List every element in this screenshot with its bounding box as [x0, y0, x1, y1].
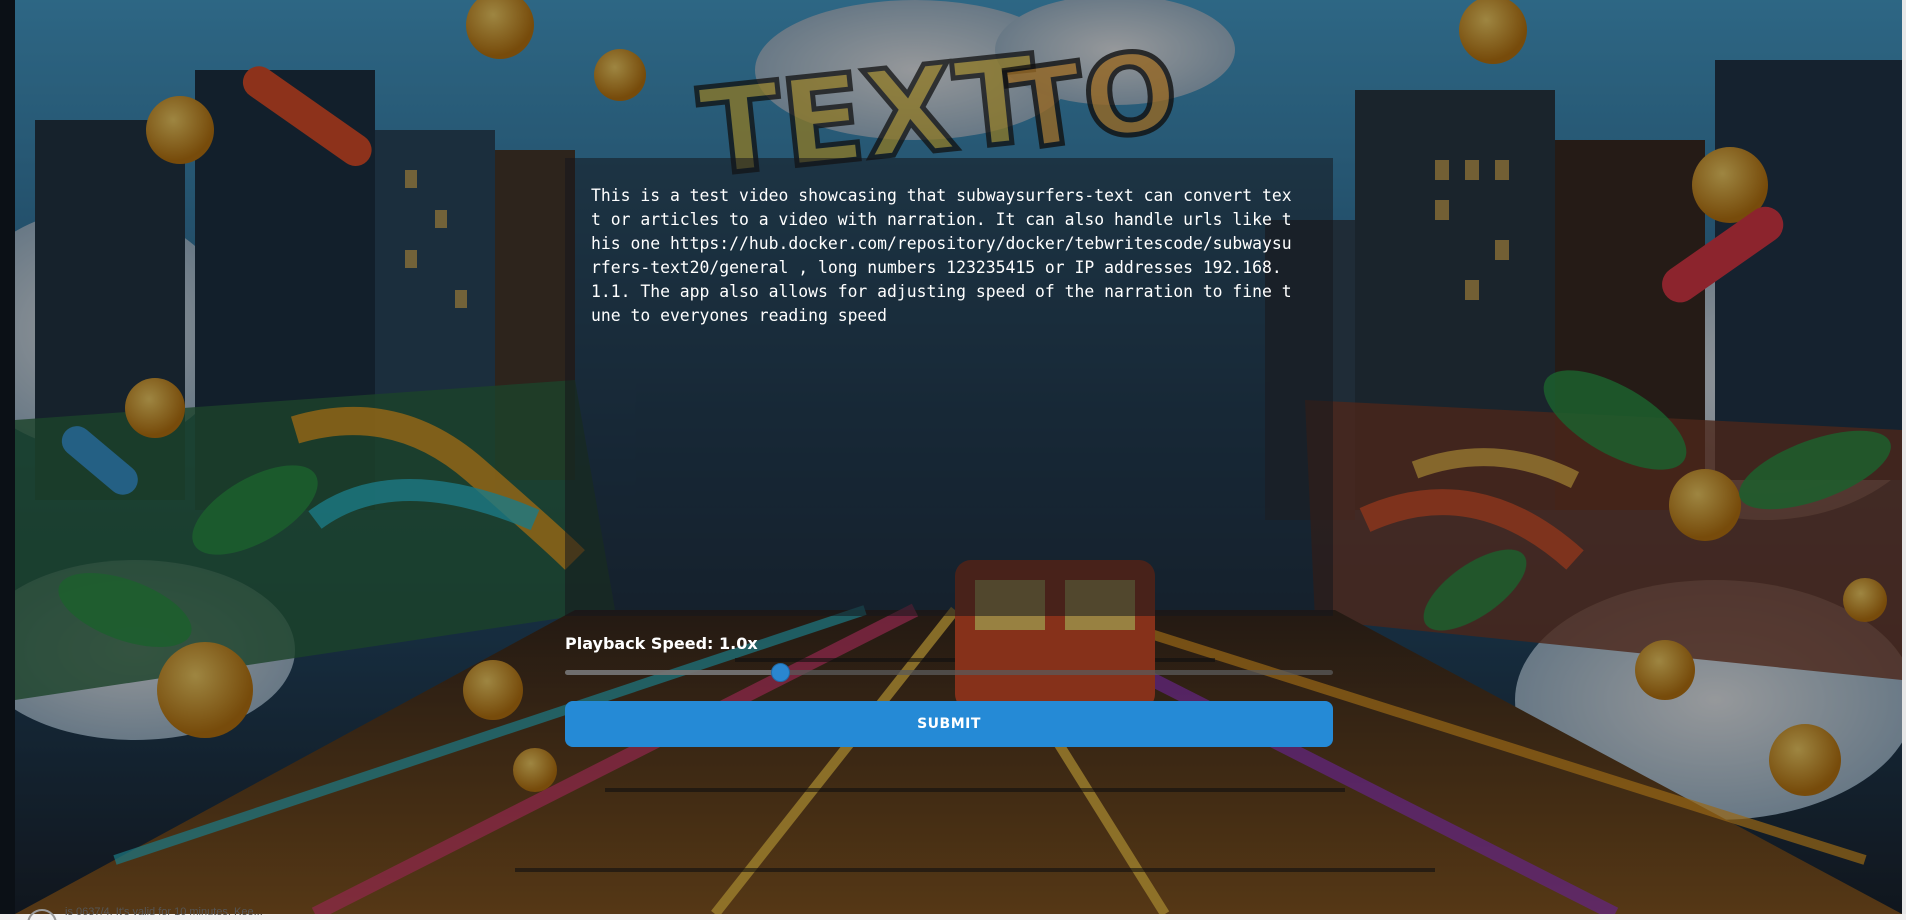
slider-thumb[interactable] [771, 663, 790, 682]
window-right-edge [1902, 0, 1906, 920]
verification-notice: is 0637/4. It's valid for 10 minutes. Ke… [15, 907, 315, 920]
playback-speed-slider[interactable] [565, 663, 1333, 682]
text-to-video-form: This is a test video showcasing that sub… [565, 158, 1333, 747]
notice-text: is 0637/4. It's valid for 10 minutes. Ke… [65, 907, 263, 918]
playback-speed-label: Playback Speed: 1.0x [565, 634, 1333, 654]
submit-button[interactable]: SUBMIT [565, 701, 1333, 747]
playback-speed-text: Playback Speed: 1.0x [565, 634, 758, 653]
article-text-input[interactable]: This is a test video showcasing that sub… [565, 158, 1333, 616]
window-left-edge [0, 0, 15, 920]
slider-fill [565, 670, 780, 675]
notice-avatar-icon [27, 909, 57, 920]
